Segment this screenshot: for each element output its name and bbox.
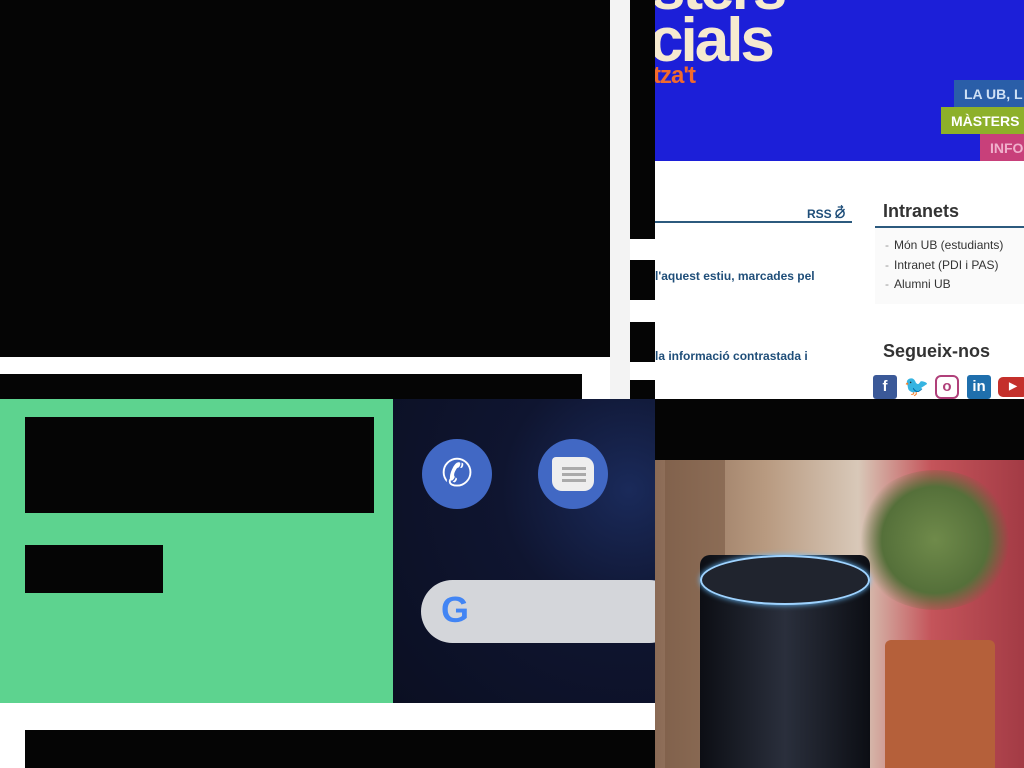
google-icon: G — [441, 589, 470, 630]
instagram-icon[interactable]: o — [935, 375, 959, 399]
tab-masters[interactable]: MÀSTERS — [941, 107, 1024, 134]
redacted-bar — [0, 374, 582, 399]
intranets-heading: Intranets — [883, 201, 960, 221]
plant-pot — [885, 640, 995, 768]
rss-link[interactable]: RSS ⦳ — [807, 205, 845, 222]
rss-icon: ⦳ — [835, 205, 846, 221]
phone-homescreen: ✆ G — [393, 399, 655, 703]
youtube-icon[interactable]: ▶ — [998, 377, 1024, 397]
facebook-icon[interactable]: f — [873, 375, 897, 399]
divider — [655, 221, 852, 223]
plant — [855, 470, 1015, 610]
rss-label: RSS — [807, 207, 832, 221]
phone-icon[interactable]: ✆ — [422, 439, 492, 509]
linkedin-icon[interactable]: in — [967, 375, 991, 399]
redacted-strip — [630, 0, 655, 239]
divider — [875, 226, 1024, 228]
redacted-thumb — [630, 322, 655, 362]
intranet-link[interactable]: - Intranet (PDI i PAS) — [885, 258, 998, 272]
tab-info[interactable]: INFO — [980, 134, 1024, 161]
redacted-button[interactable] — [25, 545, 163, 593]
smart-speaker-photo — [655, 460, 1024, 768]
news-item[interactable]: l'aquest estiu, marcades pel — [655, 269, 815, 283]
speaker-light-ring — [700, 555, 870, 605]
redacted-bar — [655, 399, 1024, 460]
google-search-bar[interactable]: G — [421, 580, 655, 643]
redacted-heading — [25, 417, 374, 513]
redacted-thumb — [630, 260, 655, 300]
redacted-block — [0, 0, 610, 357]
redacted-thumb — [630, 380, 655, 399]
redacted-bar — [25, 730, 655, 768]
banner-tagline: tza't — [655, 62, 696, 89]
messages-icon[interactable] — [538, 439, 608, 509]
tab-la-ub[interactable]: LA UB, L — [954, 80, 1024, 107]
intranet-link[interactable]: - Alumni UB — [885, 277, 951, 291]
social-heading: Segueix-nos — [883, 341, 991, 361]
gutter — [610, 0, 630, 399]
twitter-icon[interactable]: 🐦 — [904, 375, 929, 399]
news-item[interactable]: la informació contrastada i — [655, 349, 808, 363]
intranet-link[interactable]: - Món UB (estudiants) — [885, 238, 1003, 252]
